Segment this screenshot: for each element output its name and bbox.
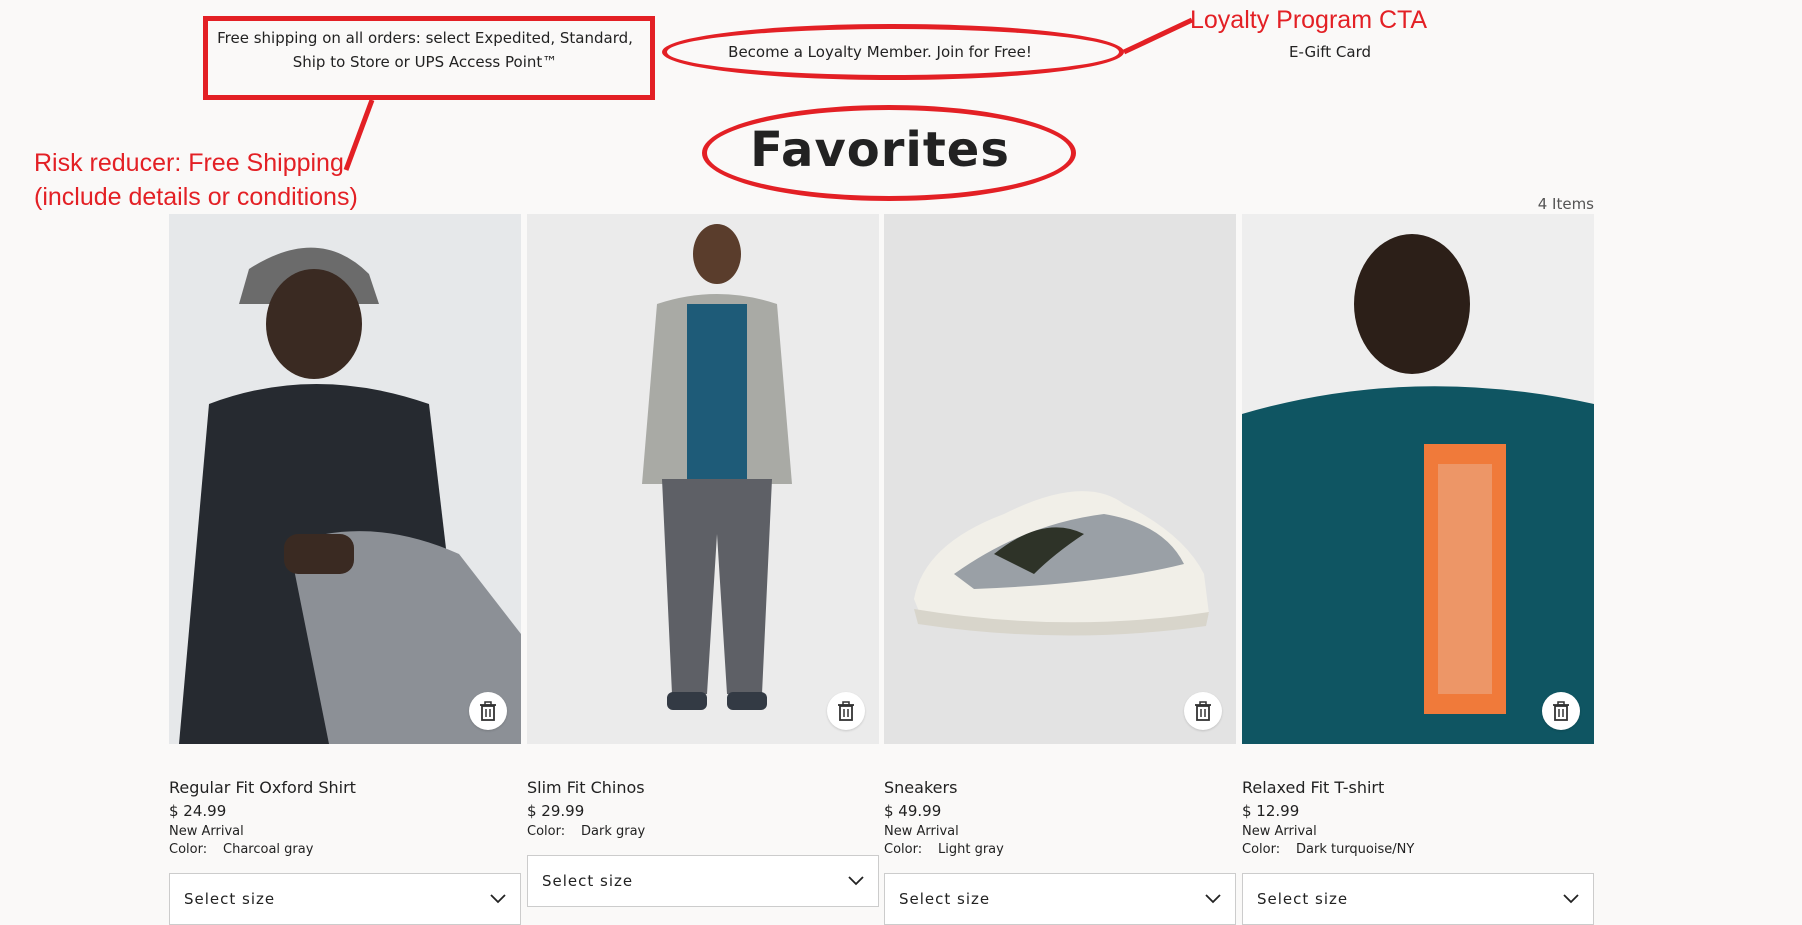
annotation-loyalty-label: Loyalty Program CTA xyxy=(1190,6,1428,34)
remove-favorite-button[interactable] xyxy=(1184,692,1222,730)
product-image-sneakers[interactable] xyxy=(884,214,1236,744)
annotation-title-ellipse xyxy=(702,105,1076,201)
product-name[interactable]: Slim Fit Chinos xyxy=(527,778,879,797)
product-price: $ 12.99 xyxy=(1242,802,1300,820)
color-label: Color: xyxy=(527,824,566,839)
product-badge: New Arrival xyxy=(884,824,959,839)
product-image-oxford-shirt[interactable] xyxy=(169,214,521,744)
egift-card-link[interactable]: E-Gift Card xyxy=(1240,40,1420,64)
trash-icon xyxy=(1553,701,1569,721)
color-value: Charcoal gray xyxy=(223,842,314,857)
product-card: Regular Fit Oxford Shirt $ 24.99 New Arr… xyxy=(169,214,521,925)
color-label: Color: xyxy=(169,842,208,857)
select-size-label: Select size xyxy=(1257,890,1349,908)
product-image-slim-chinos[interactable] xyxy=(527,214,879,744)
product-price: $ 29.99 xyxy=(527,802,585,820)
annotation-risk-line-2: (include details or conditions) xyxy=(34,183,358,211)
product-photo xyxy=(1242,214,1594,744)
chevron-down-icon xyxy=(848,876,864,886)
annotation-risk-line-1: Risk reducer: Free Shipping xyxy=(34,149,344,177)
product-color: Color: Light gray xyxy=(884,842,1236,857)
product-price: $ 24.99 xyxy=(169,802,227,820)
trash-icon xyxy=(480,701,496,721)
select-size-dropdown[interactable]: Select size xyxy=(527,855,879,907)
annotation-loyalty-ellipse xyxy=(662,24,1124,80)
product-photo xyxy=(884,214,1236,744)
product-photo xyxy=(527,214,879,744)
chevron-down-icon xyxy=(1205,894,1221,904)
product-name[interactable]: Regular Fit Oxford Shirt xyxy=(169,778,521,797)
color-value: Dark turquoise/NY xyxy=(1296,842,1415,857)
product-name[interactable]: Sneakers xyxy=(884,778,1236,797)
product-price: $ 49.99 xyxy=(884,802,942,820)
select-size-dropdown[interactable]: Select size xyxy=(1242,873,1594,925)
item-count: 4 Items xyxy=(1537,195,1594,213)
color-label: Color: xyxy=(1242,842,1281,857)
chevron-down-icon xyxy=(1563,894,1579,904)
select-size-label: Select size xyxy=(184,890,276,908)
product-image-relaxed-tshirt[interactable] xyxy=(1242,214,1594,744)
product-name[interactable]: Relaxed Fit T-shirt xyxy=(1242,778,1594,797)
product-color: Color: Dark gray xyxy=(527,824,879,839)
trash-icon xyxy=(838,701,854,721)
select-size-dropdown[interactable]: Select size xyxy=(884,873,1236,925)
remove-favorite-button[interactable] xyxy=(827,692,865,730)
product-card: Relaxed Fit T-shirt $ 12.99 New Arrival … xyxy=(1242,214,1594,925)
product-badge: New Arrival xyxy=(169,824,244,839)
select-size-dropdown[interactable]: Select size xyxy=(169,873,521,925)
annotation-risk-label: Risk reducer: Free Shipping (include det… xyxy=(34,146,358,214)
trash-icon xyxy=(1195,701,1211,721)
chevron-down-icon xyxy=(490,894,506,904)
product-badge: New Arrival xyxy=(1242,824,1317,839)
select-size-label: Select size xyxy=(899,890,991,908)
product-color: Color: Dark turquoise/NY xyxy=(1242,842,1594,857)
remove-favorite-button[interactable] xyxy=(1542,692,1580,730)
color-label: Color: xyxy=(884,842,923,857)
select-size-label: Select size xyxy=(542,872,634,890)
product-card: Sneakers $ 49.99 New Arrival Color: Light… xyxy=(884,214,1236,925)
product-color: Color: Charcoal gray xyxy=(169,842,521,857)
remove-favorite-button[interactable] xyxy=(469,692,507,730)
annotation-shipping-box xyxy=(203,16,655,100)
product-photo xyxy=(169,214,521,744)
color-value: Light gray xyxy=(938,842,1004,857)
product-card: Slim Fit Chinos $ 29.99 Color: Dark gray … xyxy=(527,214,879,907)
color-value: Dark gray xyxy=(581,824,646,839)
